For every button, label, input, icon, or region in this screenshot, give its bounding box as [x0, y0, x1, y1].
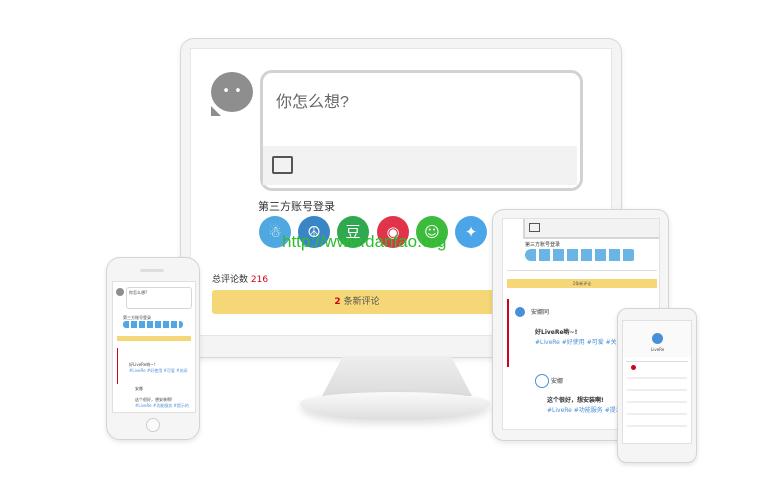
- tablet-social-icons[interactable]: [525, 249, 637, 261]
- total-count: 216: [250, 275, 269, 285]
- phone-left-user2: 安娜: [135, 386, 143, 391]
- comment-toolbar: [263, 146, 577, 185]
- phone-left-thread-line: [117, 348, 118, 384]
- phone-left-tags1: #LiveRe #好使用 #可爱 #关闭: [129, 368, 188, 373]
- phone-right-row: [627, 425, 687, 427]
- tablet-user1-avatar: [515, 307, 525, 317]
- new-comments-count: 2: [334, 297, 341, 307]
- phone-right-row: [627, 389, 687, 391]
- tablet-tags2: #LiveRe #功能服务 #提示的: [547, 407, 628, 414]
- total-comments: 总评论数 216: [212, 272, 268, 285]
- phone-right-tab-indicator[interactable]: [631, 365, 636, 370]
- tablet-comment-box[interactable]: [523, 219, 659, 239]
- phone-right-row: [627, 401, 687, 403]
- tablet-user2-avatar: [535, 374, 549, 388]
- new-comments-label: 条新评论: [343, 297, 380, 307]
- tablet-image-icon[interactable]: [529, 223, 540, 232]
- tablet-new-bar[interactable]: 2条新评论: [507, 279, 657, 288]
- phone-right-row: [627, 413, 687, 415]
- tablet-tags1: #LiveRe #好使用 #可爱 #关闭: [535, 339, 623, 346]
- tablet-comment1: 好LiveRe哟~!: [535, 329, 578, 336]
- phone-left-avatar: [116, 288, 124, 296]
- tablet-user1: 安娜同: [531, 309, 550, 316]
- total-label: 总评论数: [212, 275, 249, 285]
- image-upload-icon[interactable]: [272, 156, 293, 174]
- phone-left-speaker: [140, 269, 164, 272]
- phone-left-tags2: #LiveRe #功能服务 #提示的: [135, 403, 189, 408]
- phone-right-screen: LiveRe: [622, 320, 692, 444]
- phone-right-title: LiveRe: [651, 347, 665, 352]
- phone-left-screen: 你怎么想? 第三方账号登录 好LiveRe哟~! #LiveRe #好使用 #可…: [112, 281, 196, 413]
- phone-left-placeholder: 你怎么想?: [129, 290, 148, 295]
- twitter-icon[interactable]: ✦: [455, 216, 487, 248]
- tablet-user2: 安娜: [551, 378, 564, 385]
- monitor-base: [300, 392, 490, 420]
- phone-left-home-button[interactable]: [146, 418, 160, 432]
- phone-left-social-icons[interactable]: [123, 321, 183, 328]
- phone-right-logo: [652, 333, 663, 344]
- monitor-stand: [322, 356, 472, 396]
- new-comments-bar[interactable]: 2 条新评论: [212, 290, 502, 314]
- phone-right-row: [627, 377, 687, 379]
- user-avatar: • •: [211, 72, 253, 116]
- social-login-title: 第三方账号登录: [258, 201, 335, 213]
- tablet-social-title: 第三方账号登录: [525, 242, 561, 248]
- tablet-comment2: 这个很好，想安装啊!: [547, 397, 604, 404]
- tablet-thread-line: [507, 299, 509, 367]
- phone-right-divider: [626, 361, 688, 362]
- tablet-divider: [507, 270, 657, 271]
- phone-left-new-bar[interactable]: [117, 336, 191, 341]
- comment-placeholder[interactable]: 你怎么想?: [276, 88, 349, 112]
- watermark-url: http://www.danfao.org: [282, 232, 447, 251]
